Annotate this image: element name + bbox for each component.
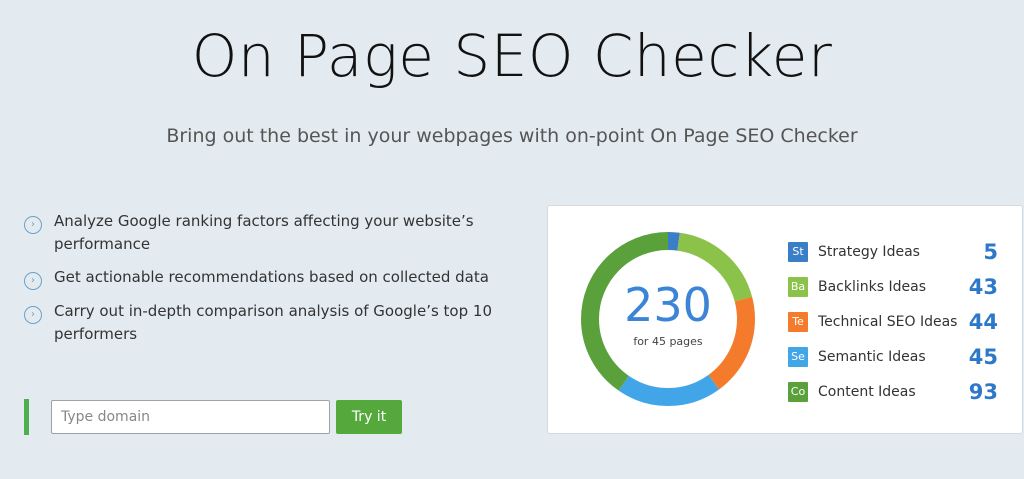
pages-count: for 45 pages	[633, 335, 703, 348]
idea-row-strategy[interactable]: St Strategy Ideas 5	[788, 234, 998, 269]
semantic-badge: Se	[788, 346, 808, 367]
domain-form: Try it	[24, 399, 402, 435]
total-ideas-count: 230	[624, 278, 712, 332]
idea-count[interactable]: 43	[968, 275, 998, 299]
chevron-right-circle-icon: ›	[24, 306, 42, 324]
feature-item: › Analyze Google ranking factors affecti…	[24, 210, 494, 256]
strategy-badge: St	[788, 241, 808, 262]
domain-input[interactable]	[51, 400, 330, 434]
feature-text: Carry out in-depth comparison analysis o…	[54, 302, 492, 343]
idea-label: Technical SEO Ideas	[818, 313, 958, 330]
feature-text: Get actionable recommendations based on …	[54, 268, 489, 286]
try-it-button[interactable]: Try it	[336, 400, 402, 434]
idea-row-backlinks[interactable]: Ba Backlinks Ideas 43	[788, 269, 998, 304]
idea-label: Content Ideas	[818, 383, 916, 400]
backlinks-badge: Ba	[788, 276, 808, 297]
idea-row-content[interactable]: Co Content Ideas 93	[788, 374, 998, 409]
ideas-card: 230 for 45 pages St Strategy Ideas 5 Ba …	[547, 205, 1023, 434]
technical-seo-badge: Te	[788, 311, 808, 332]
feature-text: Analyze Google ranking factors affecting…	[54, 212, 474, 253]
idea-label: Strategy Ideas	[818, 243, 920, 260]
page-title: On Page SEO Checker	[191, 22, 833, 90]
content-badge: Co	[788, 381, 808, 402]
idea-count[interactable]: 45	[968, 345, 998, 369]
feature-list: › Analyze Google ranking factors affecti…	[24, 210, 494, 356]
idea-label: Backlinks Ideas	[818, 278, 926, 295]
idea-label: Semantic Ideas	[818, 348, 926, 365]
ideas-list: St Strategy Ideas 5 Ba Backlinks Ideas 4…	[788, 234, 998, 409]
idea-count[interactable]: 93	[968, 380, 998, 404]
idea-row-semantic[interactable]: Se Semantic Ideas 45	[788, 339, 998, 374]
chevron-right-circle-icon: ›	[24, 272, 42, 290]
feature-item: › Get actionable recommendations based o…	[24, 266, 494, 290]
chevron-right-circle-icon: ›	[24, 216, 42, 234]
idea-count[interactable]: 5	[968, 240, 998, 264]
page-subtitle: Bring out the best in your webpages with…	[166, 125, 858, 147]
feature-item: › Carry out in-depth comparison analysis…	[24, 300, 494, 346]
accent-bar	[24, 399, 29, 435]
idea-row-technical-seo[interactable]: Te Technical SEO Ideas 44	[788, 304, 998, 339]
idea-count[interactable]: 44	[968, 310, 998, 334]
